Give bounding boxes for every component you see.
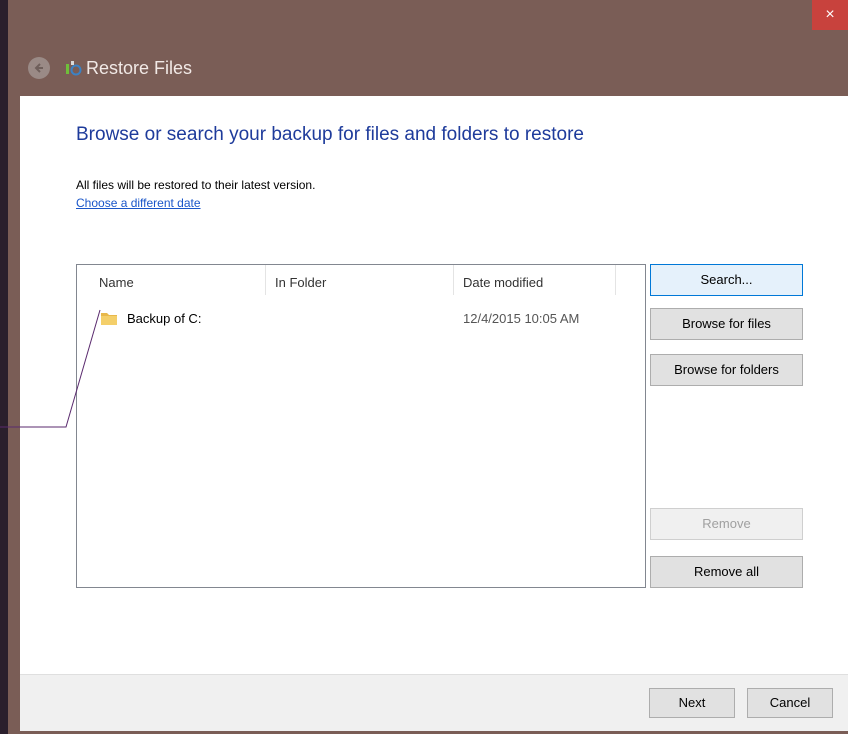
page-heading: Browse or search your backup for files a… — [76, 124, 584, 145]
column-header-date-modified[interactable]: Date modified — [463, 275, 543, 290]
browse-folders-button[interactable]: Browse for folders — [650, 354, 803, 386]
column-separator[interactable] — [453, 265, 454, 295]
back-arrow-icon — [34, 63, 43, 73]
close-button[interactable]: × — [812, 0, 848, 30]
choose-date-link[interactable]: Choose a different date — [76, 196, 201, 210]
cancel-button[interactable]: Cancel — [747, 688, 833, 718]
browse-files-button[interactable]: Browse for files — [650, 308, 803, 340]
list-item[interactable]: Backup of C: — [99, 309, 201, 327]
next-button[interactable]: Next — [649, 688, 735, 718]
restore-files-window: × Restore Files Browse or search your ba… — [8, 0, 848, 734]
footer-bar: Next Cancel — [20, 674, 848, 731]
restore-file-list[interactable]: Name In Folder Date modified Backup of C… — [76, 264, 646, 588]
window-title: Restore Files — [86, 57, 193, 78]
remove-all-button[interactable]: Remove all — [650, 556, 803, 588]
info-text: All files will be restored to their late… — [76, 178, 316, 192]
column-header-in-folder[interactable]: In Folder — [275, 275, 326, 290]
search-button[interactable]: Search... — [650, 264, 803, 296]
title-row: Restore Files — [8, 52, 192, 84]
column-separator[interactable] — [265, 265, 266, 295]
remove-button[interactable]: Remove — [650, 508, 803, 540]
restore-icon — [64, 59, 82, 77]
column-separator[interactable] — [615, 265, 616, 295]
list-item-name: Backup of C: — [127, 310, 202, 326]
column-header-name[interactable]: Name — [99, 275, 134, 290]
dialog-content: Browse or search your backup for files a… — [20, 96, 848, 674]
list-item-date: 12/4/2015 10:05 AM — [463, 311, 580, 326]
close-icon[interactable]: × — [825, 6, 834, 23]
back-button[interactable] — [28, 57, 50, 79]
folder-icon — [101, 313, 117, 325]
